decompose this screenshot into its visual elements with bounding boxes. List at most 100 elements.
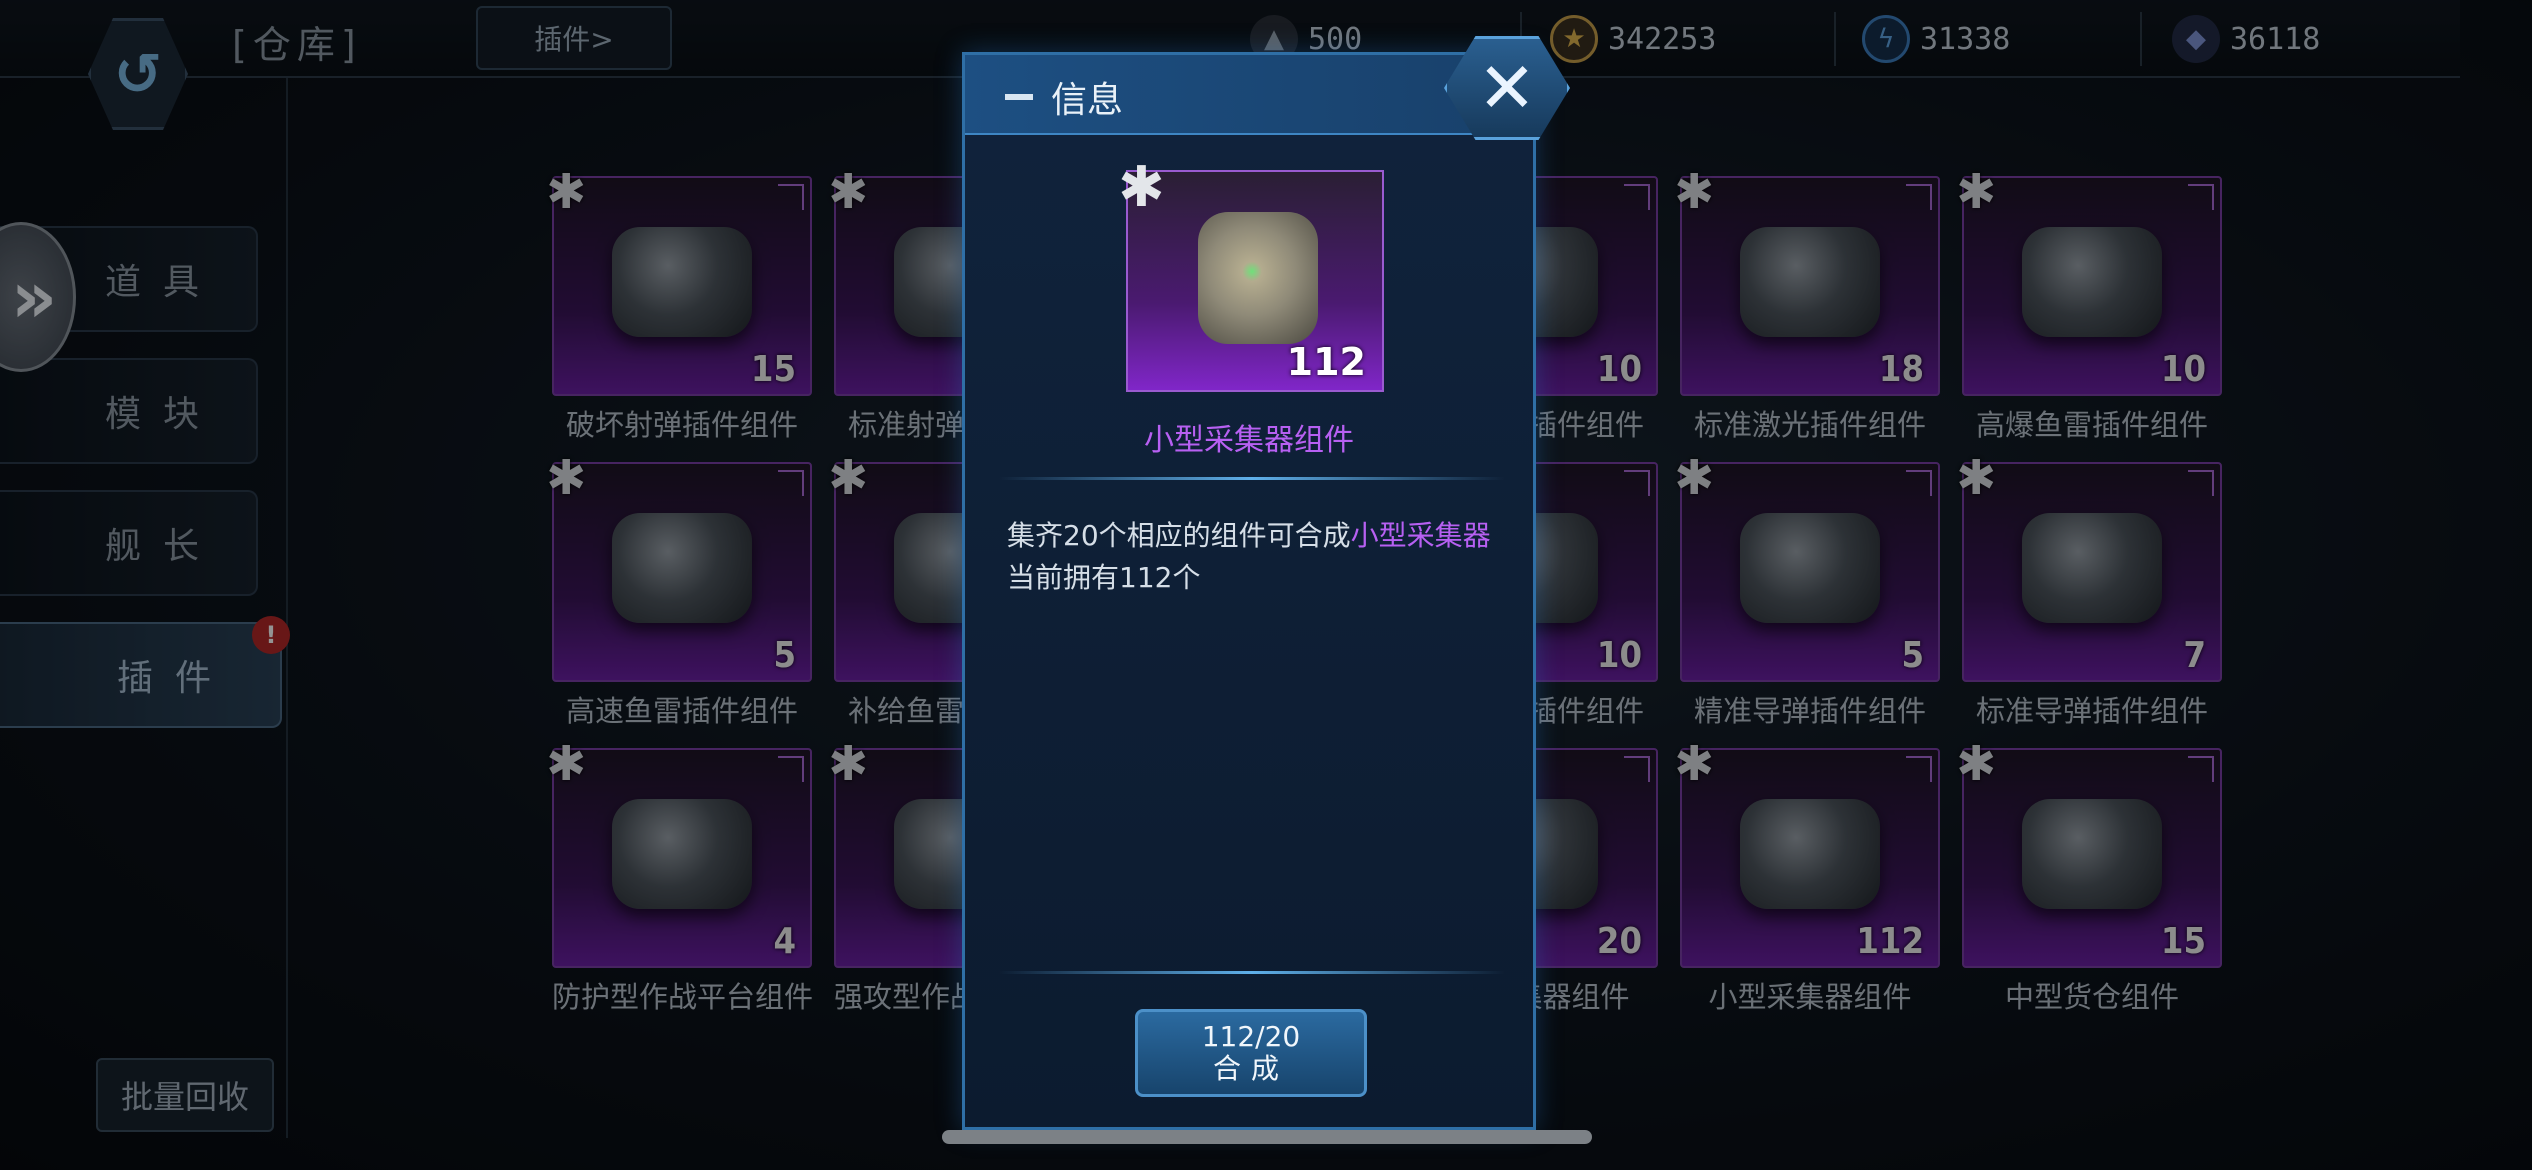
item-card[interactable]: ✱ 112 小型采集器组件 xyxy=(1674,740,1940,1016)
compose-progress: 112/20 xyxy=(1201,1020,1301,1053)
modal-header: 信息 xyxy=(965,55,1533,135)
puzzle-piece-icon: ✱ xyxy=(1674,450,1715,506)
component-image xyxy=(1740,512,1880,623)
sidebar-item-label: 插件 xyxy=(116,658,233,699)
item-count: 4 xyxy=(773,921,796,962)
item-card-frame: ✱ 7 xyxy=(1956,454,2222,682)
desc-text: 集齐20个相应的组件可合成 xyxy=(1007,519,1351,552)
item-card[interactable]: ✱ 4 防护型作战平台组件 xyxy=(546,740,814,1016)
sidebar: » 道具 模块 舰长 插件 ! 批量回收 xyxy=(0,0,290,1170)
item-card[interactable]: ✱ 18 标准激光插件组件 xyxy=(1674,168,1940,444)
item-count: 15 xyxy=(750,349,796,390)
item-name: 破坏射弹插件组件 xyxy=(565,408,798,442)
component-image xyxy=(612,512,752,623)
item-card-frame: ✱10 xyxy=(1956,168,2222,396)
item-count: 15 xyxy=(2160,921,2206,962)
item-card[interactable]: ✱ 5 高速鱼雷插件组件 xyxy=(546,454,812,730)
component-image xyxy=(612,798,752,909)
item-preview: ✱ 112 xyxy=(1118,160,1384,392)
alert-badge: ! xyxy=(252,616,290,654)
item-count: 112 xyxy=(1286,340,1366,384)
desc-highlight: 小型采集器 xyxy=(1350,519,1491,552)
divider xyxy=(999,971,1505,974)
item-name: 标准导弹插件组件 xyxy=(1975,694,2208,728)
puzzle-piece-icon: ✱ xyxy=(1118,155,1165,220)
resource-ore: ◆ 36118 xyxy=(2172,10,2320,68)
item-description: 集齐20个相应的组件可合成小型采集器 当前拥有112个 xyxy=(1007,515,1507,599)
item-card[interactable]: ✱ 10 高爆鱼雷插件组件 xyxy=(1956,168,2222,444)
chevron-right-icon: » xyxy=(10,255,58,339)
puzzle-piece-icon: ✱ xyxy=(1956,450,1997,506)
collector-component-image xyxy=(1198,212,1318,344)
item-name: 小型采集器组件 xyxy=(1144,423,1354,458)
component-image xyxy=(2022,226,2162,337)
item-card[interactable]: ✱ 15 中型货仓组件 xyxy=(1956,740,2222,1016)
item-count: 5 xyxy=(773,635,796,676)
resource-value: 342253 xyxy=(1608,21,1717,57)
puzzle-piece-icon: ✱ xyxy=(828,450,869,506)
sidebar-item-label: 舰长 xyxy=(104,526,221,567)
sidebar-item-modules[interactable]: 模块 xyxy=(0,358,258,464)
item-card-frame: ✱5 xyxy=(546,454,812,682)
puzzle-piece-icon: ✱ xyxy=(828,736,869,792)
divider xyxy=(999,477,1505,480)
item-count: 7 xyxy=(2183,635,2206,676)
item-count: 5 xyxy=(1901,635,1924,676)
item-card-frame: ✱5 xyxy=(1674,454,1940,682)
item-card-frame: ✱ 4 xyxy=(546,740,812,968)
item-card-frame: ✱15 xyxy=(1956,740,2222,968)
item-name: 精准导弹插件组件 xyxy=(1693,694,1926,728)
puzzle-piece-icon: ✱ xyxy=(828,164,869,220)
puzzle-piece-icon: ✱ xyxy=(1674,736,1715,792)
component-image xyxy=(2022,512,2162,623)
divider xyxy=(1834,12,1836,66)
component-image xyxy=(1740,226,1880,337)
item-card[interactable]: ✱ 5 精准导弹插件组件 xyxy=(1674,454,1940,730)
breadcrumb-button[interactable]: 插件> xyxy=(476,6,672,70)
close-icon: ✕ xyxy=(1477,47,1537,129)
item-count: 10 xyxy=(2160,349,2206,390)
resource-gold: ★ 342253 xyxy=(1550,10,1716,68)
energy-icon: ϟ xyxy=(1862,15,1910,63)
item-name: 防护型作战平台组件 xyxy=(552,980,814,1014)
compose-label: 合成 xyxy=(1212,1052,1289,1085)
item-name: 高速鱼雷插件组件 xyxy=(565,694,798,728)
resource-value: 36118 xyxy=(2230,21,2321,57)
sidebar-item-label: 模块 xyxy=(104,394,221,435)
item-card[interactable]: ✱ 7 标准导弹插件组件 xyxy=(1956,454,2222,730)
sidebar-item-captains[interactable]: 舰长 xyxy=(0,490,258,596)
puzzle-piece-icon: ✱ xyxy=(546,736,587,792)
sidebar-item-plugins[interactable]: 插件 xyxy=(0,622,282,728)
component-image xyxy=(2022,798,2162,909)
compose-button[interactable]: 112/20 合成 xyxy=(1135,1009,1367,1097)
puzzle-piece-icon: ✱ xyxy=(1674,164,1715,220)
info-modal: 信息 ✱ 112 小型采集器组件 集齐20个相应的组件可合成小型采集器 当前拥有… xyxy=(962,52,1536,1130)
item-count: 10 xyxy=(1596,349,1642,390)
item-name: 小型采集器组件 xyxy=(1708,980,1912,1014)
bulk-recycle-button[interactable]: 批量回收 xyxy=(96,1058,274,1132)
ore-icon: ◆ xyxy=(2172,15,2220,63)
puzzle-piece-icon: ✱ xyxy=(1956,736,1997,792)
minus-icon xyxy=(1005,94,1033,100)
component-image xyxy=(612,226,752,337)
gold-coin-icon: ★ xyxy=(1550,15,1598,63)
puzzle-piece-icon: ✱ xyxy=(546,164,587,220)
item-card-frame: ✱ 112 xyxy=(1674,740,1940,968)
component-image xyxy=(1740,798,1880,909)
item-card-frame: ✱15 xyxy=(546,168,812,396)
puzzle-piece-icon: ✱ xyxy=(1956,164,1997,220)
owned-count-text: 当前拥有112个 xyxy=(1007,561,1201,594)
item-count: 112 xyxy=(1856,921,1924,962)
resource-value: 31338 xyxy=(1920,21,2011,57)
item-card-frame: ✱18 xyxy=(1674,168,1940,396)
item-name: 标准激光插件组件 xyxy=(1693,408,1926,442)
item-count: 10 xyxy=(1596,635,1642,676)
item-count: 18 xyxy=(1878,349,1924,390)
sidebar-divider xyxy=(286,78,288,1138)
modal-title: 信息 xyxy=(1051,80,1124,121)
item-name: 高爆鱼雷插件组件 xyxy=(1975,408,2208,442)
puzzle-piece-icon: ✱ xyxy=(546,450,587,506)
divider xyxy=(2140,12,2142,66)
item-card[interactable]: ✱ 15 破坏射弹插件组件 xyxy=(546,168,812,444)
home-indicator[interactable] xyxy=(942,1130,1592,1144)
